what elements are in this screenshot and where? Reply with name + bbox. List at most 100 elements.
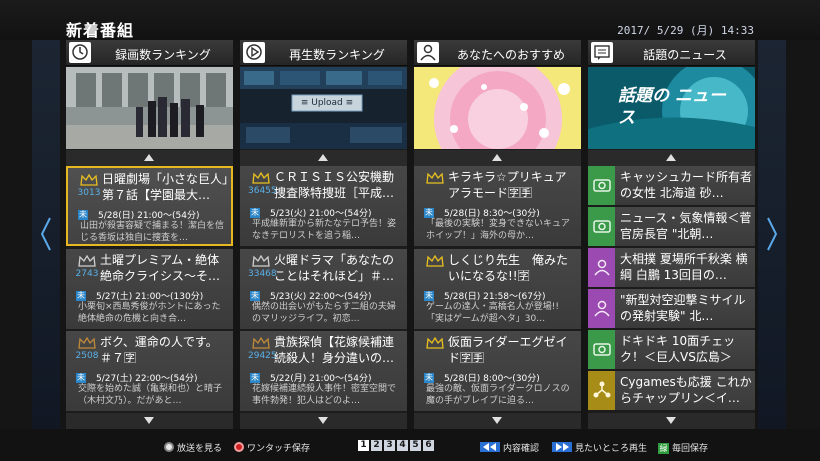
scroll-down-button[interactable] [240, 413, 407, 429]
news-item[interactable]: ドキドキ 10面チェック！＜巨人VS広島＞ [588, 330, 755, 369]
program-title: 日曜劇場「小さな巨人」第７話【学園最大… [102, 172, 229, 202]
chevron-right-icon [767, 217, 778, 251]
column-title: 録画数ランキング [115, 48, 211, 62]
program-card[interactable]: 2508 ボク、運命の人です。 ＃７🈑 未 5/27(土) 22:00～(54分… [66, 331, 233, 411]
triangle-down-icon [666, 417, 676, 424]
triangle-down-icon [492, 417, 502, 424]
column-title: 話題のニュース [643, 48, 727, 62]
thumbnail-image[interactable] [414, 67, 581, 149]
unwatched-badge: 未 [78, 210, 88, 220]
column-header[interactable]: あなたへのおすすめ [414, 40, 581, 66]
page-3-button[interactable]: 3 [384, 440, 395, 451]
person-icon [417, 42, 439, 63]
program-title: しくじり先生 俺みたいになるな!!🈑 [448, 253, 569, 283]
news-item[interactable]: ニュース・気象情報＜菅官房長官 "北朝… [588, 207, 755, 246]
thumbnail-image[interactable] [66, 67, 233, 149]
news-headline: ドキドキ 10面チェック！＜巨人VS広島＞ [620, 334, 736, 364]
scroll-left-button[interactable] [32, 40, 60, 429]
news-item[interactable]: キャッシュカード所有者の女性 北海道 砂… [588, 166, 755, 205]
chevron-left-icon [40, 217, 51, 251]
page-1-button[interactable]: 1 [358, 440, 369, 451]
thumbnail-image[interactable]: 話題の ニュース [588, 67, 755, 149]
watch-hint[interactable]: 放送を見る [164, 441, 222, 454]
program-title: ＣＲＩＳＩＳ公安機動捜査隊特捜班［平成… [274, 170, 395, 200]
page-2-button[interactable]: 2 [371, 440, 382, 451]
program-card[interactable]: 2743 土曜プレミアム・絶体絶命クライシス～そ… 未 5/27(土) 21:0… [66, 249, 233, 329]
crown-icon [426, 172, 444, 184]
rewind-icon [480, 442, 500, 452]
crown-icon [426, 337, 444, 349]
triangle-down-icon [318, 417, 328, 424]
column-header[interactable]: 再生数ランキング [240, 40, 407, 66]
thumbnail-image[interactable]: ≡ Upload ≡ [240, 67, 407, 149]
column-playback-ranking: 再生数ランキング ≡ Upload ≡ 36455 ＣＲＩＳＩＳ公安機動捜査隊特… [240, 40, 407, 429]
column-header[interactable]: 録画数ランキング [66, 40, 233, 66]
rank-count: 29425 [248, 351, 277, 361]
triangle-up-icon [666, 154, 676, 161]
series-save-hint[interactable]: 緑毎回保存 [658, 441, 708, 454]
triangle-up-icon [492, 154, 502, 161]
program-card[interactable]: 3013 日曜劇場「小さな巨人」第７話【学園最大… 未 5/28(日) 21:0… [66, 166, 233, 246]
scroll-up-button[interactable] [588, 150, 755, 166]
watch-label: 放送を見る [177, 444, 223, 454]
program-description: 平成維新軍から新たなテロ予告！姿なきテロリストを追う稲… [252, 219, 397, 241]
person-icon [588, 248, 615, 287]
program-description: 交際を始めた誠（亀梨和也）と晴子（木村文乃）。だがあと… [78, 384, 223, 406]
scroll-down-button[interactable] [588, 413, 755, 429]
unwatched-badge: 未 [76, 291, 86, 301]
program-card[interactable]: 33468 火曜ドラマ「あなたのことはそれほど」＃… 未 5/23(火) 22:… [240, 249, 407, 329]
page-4-button[interactable]: 4 [397, 440, 408, 451]
program-title: 火曜ドラマ「あなたのことはそれほど」＃… [274, 253, 395, 283]
camera-icon [588, 207, 615, 246]
unwatched-badge: 未 [250, 373, 260, 383]
scroll-up-button[interactable] [66, 150, 233, 166]
scroll-down-button[interactable] [66, 413, 233, 429]
program-card[interactable]: しくじり先生 俺みたいになるな!!🈑 未 5/28(日) 21:58～(67分)… [414, 249, 581, 329]
program-title: 土曜プレミアム・絶体絶命クライシス～そ… [100, 253, 221, 283]
scroll-right-button[interactable] [758, 40, 786, 429]
crown-icon [78, 337, 96, 349]
program-title: 仮面ライダーエグゼイド🈑🈐 [448, 335, 568, 365]
page-6-button[interactable]: 6 [423, 440, 434, 451]
column-title: 再生数ランキング [289, 48, 385, 62]
green-key-icon: 緑 [658, 443, 669, 454]
news-item[interactable]: 大相撲 夏場所千秋楽 横綱 白鵬 13回目の… [588, 248, 755, 287]
rank-count: 33468 [248, 269, 277, 279]
rank-count: 3013 [77, 188, 101, 198]
program-description: 「最後の実験！変身できないキュアホイップ！」海外の母か… [426, 219, 570, 241]
unwatched-badge: 未 [424, 373, 434, 383]
enter-button-icon [164, 442, 174, 452]
scroll-up-button[interactable] [414, 150, 581, 166]
program-card[interactable]: 36455 ＣＲＩＳＩＳ公安機動捜査隊特捜班［平成… 未 5/23(火) 21:… [240, 166, 407, 246]
program-description: 最強の敵、仮面ライダークロノスの魔の手がブレイブに迫る… [426, 384, 570, 406]
column-title: あなたへのおすすめ [456, 48, 565, 62]
crown-icon [252, 172, 270, 184]
news-headline: 大相撲 夏場所千秋楽 横綱 白鵬 13回目の… [620, 252, 748, 282]
program-description: 山田が殺害容疑で捕まる！潔白を信じる香坂は独自に捜査を… [80, 221, 225, 243]
program-title: キラキラ☆プリキュアアラモード🈑🈐 [448, 170, 567, 200]
program-card[interactable]: キラキラ☆プリキュアアラモード🈑🈐 未 5/28(日) 8:30～(30分) 「… [414, 166, 581, 246]
column-recommendations: あなたへのおすすめ キラキラ☆プリキュアアラモード🈑🈐 未 5/28(日) 8:… [414, 40, 581, 429]
news-headline: Cygamesも応援 これからチャップリン＜イ… [620, 375, 752, 405]
column-header[interactable]: 話題のニュース [588, 40, 755, 66]
page-title: 新着番組 [66, 21, 135, 40]
program-card[interactable]: 29425 貴族探偵【花嫁候補連続殺人！身分違いの… 未 5/22(月) 21:… [240, 331, 407, 411]
news-icon [591, 42, 613, 63]
camera-icon [588, 166, 615, 205]
scroll-down-button[interactable] [414, 413, 581, 429]
news-item[interactable]: Cygamesも応援 これからチャップリン＜イ… [588, 371, 755, 410]
crown-icon [252, 255, 270, 267]
triangle-up-icon [318, 154, 328, 161]
record-hint[interactable]: ワンタッチ保存 [234, 441, 310, 454]
unwatched-badge: 未 [424, 291, 434, 301]
program-card[interactable]: 仮面ライダーエグゼイド🈑🈐 未 5/28(日) 8:00～(30分) 最強の敵、… [414, 331, 581, 411]
scroll-up-button[interactable] [240, 150, 407, 166]
datetime: 2017/ 5/29 (月) 14:33 [617, 24, 754, 37]
news-item[interactable]: "新型対空迎撃ミサイルの発射実験" 北… [588, 289, 755, 328]
rewind-hint[interactable]: 内容確認 [480, 441, 539, 454]
forward-hint[interactable]: 見たいところ再生 [552, 441, 647, 454]
crown-icon [426, 255, 444, 267]
rewind-label: 内容確認 [503, 444, 540, 454]
triangle-up-icon [144, 154, 154, 161]
page-5-button[interactable]: 5 [410, 440, 421, 451]
